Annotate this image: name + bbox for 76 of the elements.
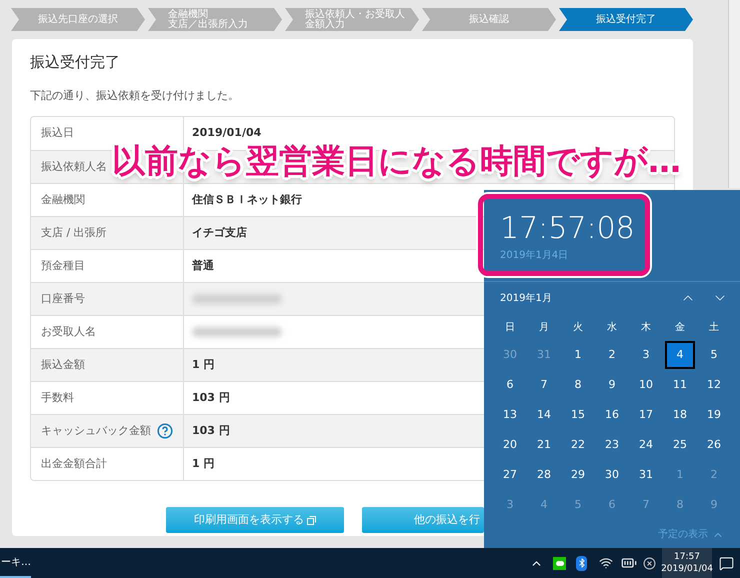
field-label: 出金金額合計	[41, 456, 107, 472]
field-label: 手数料	[41, 390, 74, 406]
field-label: キャッシュバック金額	[41, 422, 151, 439]
calendar-day[interactable]: 15	[563, 401, 593, 429]
calendar-day[interactable]: 28	[529, 461, 559, 489]
progress-step: 振込確認	[422, 8, 556, 31]
scrollbar[interactable]	[728, 0, 740, 188]
field-label: 金融機関	[41, 192, 85, 208]
calendar-day[interactable]: 21	[529, 431, 559, 459]
progress-step: 金融機関 支店／出張所入力	[148, 8, 282, 31]
field-value: 普通	[192, 258, 214, 274]
calendar-day[interactable]: 2	[597, 341, 627, 369]
calendar-day[interactable]: 5	[699, 341, 729, 369]
progress-step: 振込先口座の選択	[11, 8, 145, 31]
field-value: 2019/01/04	[192, 125, 262, 142]
calendar-day[interactable]: 7	[529, 371, 559, 399]
clock-time: 17:57:08	[500, 212, 636, 246]
annotation-text: 以前なら翌営業日になる時間ですが…	[112, 140, 681, 182]
calendar-day[interactable]: 16	[597, 401, 627, 429]
weekday-label: 土	[709, 320, 719, 334]
calendar-day[interactable]: 10	[631, 371, 661, 399]
page-title: 振込受付完了	[30, 52, 121, 73]
bluetooth-icon[interactable]	[576, 556, 587, 570]
calendar-day[interactable]: 3	[631, 341, 661, 369]
calendar-day[interactable]: 31	[631, 461, 661, 489]
wifi-icon[interactable]	[599, 556, 613, 570]
calendar-day[interactable]: 13	[495, 401, 525, 429]
message-text: 下記の通り、振込依頼を受け付けました。	[30, 88, 240, 104]
calendar-day[interactable]: 26	[699, 431, 729, 459]
field-value: イチゴ支店	[192, 224, 247, 241]
field-value: 103 円	[192, 390, 230, 406]
calendar-day[interactable]: 23	[597, 431, 627, 459]
weekday-label: 日	[505, 320, 515, 334]
calendar-day[interactable]: 18	[665, 401, 695, 429]
help-icon[interactable]	[157, 423, 173, 439]
field-label: 口座番号	[41, 290, 85, 307]
calendar-day[interactable]: 12	[699, 371, 729, 399]
field-value: 103 円	[192, 422, 230, 439]
weekday-label: 月	[539, 320, 549, 334]
weekday-label: 金	[675, 320, 685, 334]
calendar-day[interactable]: 30	[597, 461, 627, 489]
status-icon[interactable]	[643, 556, 656, 570]
field-label: 振込依頼人名	[41, 158, 107, 175]
field-label: 支店 / 出張所	[41, 224, 107, 241]
chat-icon[interactable]	[553, 556, 566, 570]
progress-step: 振込受付完了	[559, 8, 693, 31]
notification-icon[interactable]	[718, 556, 734, 570]
field-value: 1 円	[192, 356, 214, 373]
weekday-label: 木	[641, 320, 651, 334]
calendar-day[interactable]: 14	[529, 401, 559, 429]
calendar-day[interactable]: 11	[665, 371, 695, 399]
taskbar-clock[interactable]: 17:57 2019/01/04	[662, 548, 712, 578]
calendar-day[interactable]: 25	[665, 431, 695, 459]
calendar-day[interactable]: 17	[631, 401, 661, 429]
calendar-day[interactable]: 20	[495, 431, 525, 459]
taskbar-app-label[interactable]: ーキ…	[0, 548, 31, 578]
calendar-day[interactable]: 9	[597, 371, 627, 399]
calendar-day[interactable]: 8	[563, 371, 593, 399]
calendar-day[interactable]: 24	[631, 431, 661, 459]
calendar-day[interactable]: 22	[563, 431, 593, 459]
month-label[interactable]: 2019年1月	[500, 290, 552, 306]
calendar-day[interactable]: 6	[495, 371, 525, 399]
field-label: 預金種目	[41, 258, 85, 274]
calendar-day[interactable]: 1	[563, 341, 593, 369]
field-label: お受取人名	[41, 324, 96, 340]
calendar-day[interactable]: 29	[563, 461, 593, 489]
weekday-label: 火	[573, 320, 583, 334]
field-label: 振込日	[41, 125, 74, 142]
calendar-day[interactable]: 4	[665, 341, 695, 369]
calendar-day[interactable]: 19	[699, 401, 729, 429]
field-label: 振込金額	[41, 356, 85, 373]
progress-step: 振込依頼人・お受取人 金額入力	[285, 8, 419, 31]
weekday-label: 水	[607, 320, 617, 334]
field-value: 1 円	[192, 456, 214, 472]
calendar-day[interactable]: 27	[495, 461, 525, 489]
field-value: 住信ＳＢＩネット銀行	[192, 192, 302, 208]
